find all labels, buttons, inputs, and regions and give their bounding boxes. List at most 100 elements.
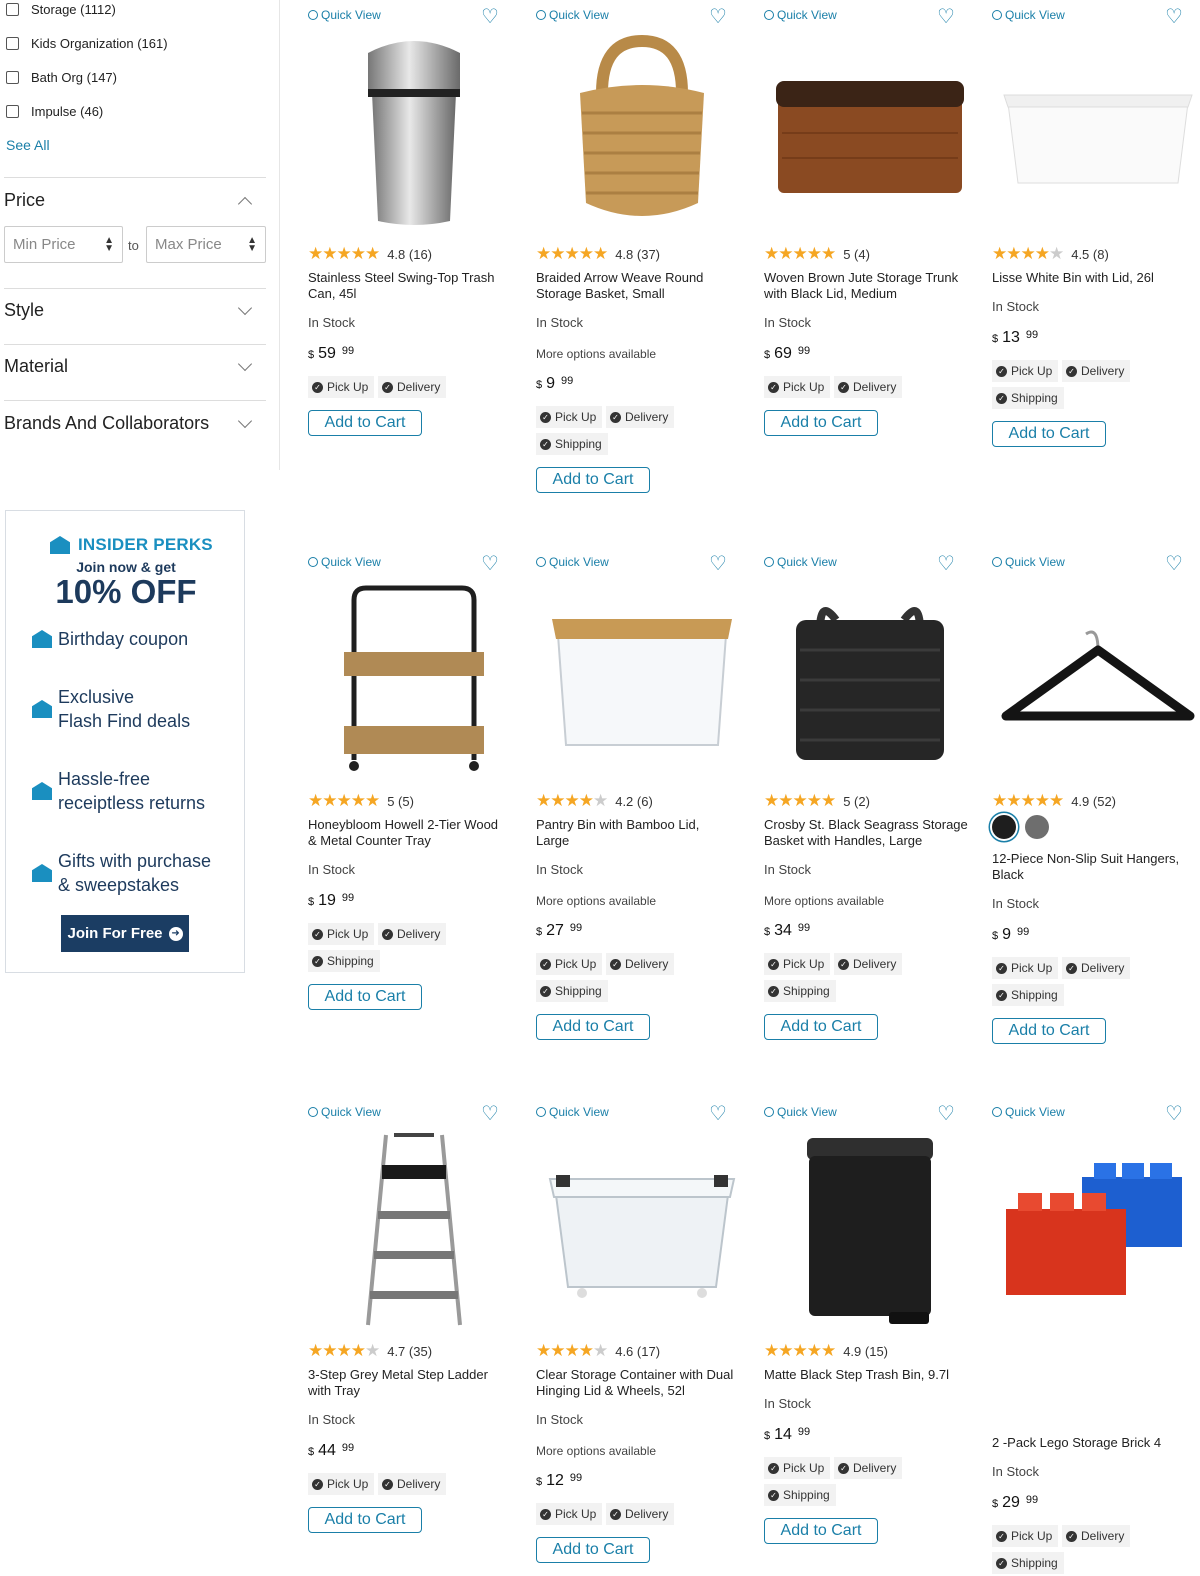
add-to-cart-button[interactable]: Add to Cart: [536, 467, 650, 493]
divider: [4, 400, 266, 401]
quick-view-link[interactable]: Quick View: [308, 555, 381, 569]
quick-view-link[interactable]: Quick View: [992, 8, 1065, 22]
quick-view-link[interactable]: Quick View: [764, 8, 837, 22]
step-bin-image[interactable]: [764, 1127, 976, 1332]
product-name[interactable]: Clear Storage Container with Dual Hinging…: [536, 1367, 746, 1399]
product-name[interactable]: Woven Brown Jute Storage Trunk with Black…: [764, 270, 974, 302]
style-facet-header[interactable]: Style: [4, 300, 266, 321]
search-icon: [992, 557, 1002, 567]
category-filter-kids-organization[interactable]: Kids Organization (161): [6, 36, 168, 51]
heart-icon[interactable]: ♡: [481, 551, 499, 576]
search-icon: [764, 1107, 774, 1117]
product-price: $9 99: [536, 375, 573, 393]
product-name-line: with Black Lid, Medium: [764, 286, 897, 301]
category-filter-bath-org[interactable]: Bath Org (147): [6, 70, 117, 85]
heart-icon[interactable]: ♡: [937, 1101, 955, 1126]
quick-view-link[interactable]: Quick View: [992, 555, 1065, 569]
product-name[interactable]: Pantry Bin with Bamboo Lid, Large: [536, 817, 746, 849]
add-to-cart-button[interactable]: Add to Cart: [536, 1014, 650, 1040]
product-name[interactable]: 12-Piece Non-Slip Suit Hangers, Black: [992, 851, 1200, 883]
add-to-cart-button[interactable]: Add to Cart: [536, 1537, 650, 1563]
quick-view-link[interactable]: Quick View: [308, 8, 381, 22]
checkbox[interactable]: [6, 3, 19, 16]
heart-icon[interactable]: ♡: [937, 551, 955, 576]
quick-view-link[interactable]: Quick View: [992, 1105, 1065, 1119]
check-icon: ✓: [996, 1530, 1007, 1542]
check-icon: ✓: [312, 381, 323, 393]
pantry-bin-image[interactable]: [536, 577, 748, 782]
quick-view-link[interactable]: Quick View: [536, 8, 609, 22]
add-to-cart-button[interactable]: Add to Cart: [992, 421, 1106, 447]
material-facet-header[interactable]: Material: [4, 356, 266, 377]
heart-icon[interactable]: ♡: [1165, 4, 1183, 29]
perk-flash-find: Exclusive Flash Find deals: [32, 685, 190, 733]
max-price-input[interactable]: Max Price ▲ ▼: [146, 226, 266, 263]
lego-brick-image[interactable]: [992, 1127, 1200, 1332]
spinner-icon[interactable]: ▲ ▼: [104, 235, 114, 253]
heart-icon[interactable]: ♡: [1165, 551, 1183, 576]
swatch-black[interactable]: [992, 815, 1016, 839]
product-price: $27 99: [536, 922, 582, 940]
clear-container-image[interactable]: [536, 1127, 748, 1332]
heart-icon[interactable]: ♡: [937, 4, 955, 29]
add-to-cart-button[interactable]: Add to Cart: [308, 410, 422, 436]
heart-icon[interactable]: ♡: [709, 4, 727, 29]
heart-icon[interactable]: ♡: [481, 4, 499, 29]
quick-view-link[interactable]: Quick View: [536, 1105, 609, 1119]
quick-view-link[interactable]: Quick View: [764, 555, 837, 569]
check-icon: ✓: [312, 1478, 323, 1490]
heart-icon[interactable]: ♡: [1165, 1101, 1183, 1126]
product-name[interactable]: Stainless Steel Swing-Top Trash Can, 45l: [308, 270, 518, 302]
rating: ★★★★★ 5 (2): [764, 791, 870, 811]
checkbox[interactable]: [6, 71, 19, 84]
product-name[interactable]: 3-Step Grey Metal Step Ladder with Tray: [308, 1367, 518, 1399]
product-name[interactable]: 2 -Pack Lego Storage Brick 4: [992, 1435, 1200, 1451]
tier-tray-image[interactable]: [308, 577, 520, 782]
woven-basket-image[interactable]: [536, 30, 748, 235]
brands-facet-header[interactable]: Brands And Collaborators: [4, 413, 266, 434]
hanger-image[interactable]: [992, 577, 1200, 782]
step-ladder-image[interactable]: [308, 1127, 520, 1332]
storage-trunk-image[interactable]: [764, 30, 976, 235]
product-name[interactable]: Matte Black Step Trash Bin, 9.7l: [764, 1367, 974, 1383]
quick-view-link[interactable]: Quick View: [764, 1105, 837, 1119]
spinner-icon[interactable]: ▲ ▼: [247, 235, 257, 253]
checkbox[interactable]: [6, 37, 19, 50]
white-bin-image[interactable]: [992, 30, 1200, 235]
product-name[interactable]: Braided Arrow Weave Round Storage Basket,…: [536, 270, 746, 302]
stock-status: In Stock: [992, 299, 1039, 314]
join-for-free-button[interactable]: Join For Free ➜: [61, 915, 189, 952]
price-facet-header[interactable]: Price: [4, 190, 266, 211]
product-name[interactable]: Honeybloom Howell 2-Tier Wood & Metal Cou…: [308, 817, 518, 849]
add-to-cart-button[interactable]: Add to Cart: [992, 1018, 1106, 1044]
black-basket-image[interactable]: [764, 577, 976, 782]
see-all-link[interactable]: See All: [6, 137, 50, 153]
facet-title: Price: [4, 190, 46, 210]
min-price-input[interactable]: Min Price ▲ ▼: [4, 226, 123, 263]
shipping-badge: ✓ Shipping: [764, 1484, 836, 1506]
category-filter-impulse[interactable]: Impulse (46): [6, 104, 103, 119]
product-name[interactable]: Crosby St. Black Seagrass Storage Basket …: [764, 817, 974, 849]
swatch-grey[interactable]: [1025, 815, 1049, 839]
checkbox[interactable]: [6, 105, 19, 118]
quick-view-link[interactable]: Quick View: [536, 555, 609, 569]
add-to-cart-button[interactable]: Add to Cart: [308, 984, 422, 1010]
product-name[interactable]: Lisse White Bin with Lid, 26l: [992, 270, 1200, 286]
heart-icon[interactable]: ♡: [709, 1101, 727, 1126]
product-name-line: Braided Arrow Weave Round: [536, 270, 704, 285]
add-to-cart-button[interactable]: Add to Cart: [764, 1518, 878, 1544]
quick-view-link[interactable]: Quick View: [308, 1105, 381, 1119]
badge-label: Delivery: [853, 1461, 897, 1475]
more-options-text: More options available: [536, 1444, 657, 1458]
category-filter-storage[interactable]: Storage (1112): [6, 2, 116, 17]
heart-icon[interactable]: ♡: [481, 1101, 499, 1126]
star-rating-icon: ★★★★★: [764, 791, 836, 810]
check-icon: ✓: [838, 1462, 849, 1474]
trash-can-image[interactable]: [308, 30, 520, 235]
add-to-cart-button[interactable]: Add to Cart: [764, 410, 878, 436]
more-options-text: More options available: [536, 347, 657, 361]
add-to-cart-button[interactable]: Add to Cart: [764, 1014, 878, 1040]
heart-icon[interactable]: ♡: [709, 551, 727, 576]
perks-discount: 10% OFF: [55, 573, 197, 610]
add-to-cart-button[interactable]: Add to Cart: [308, 1507, 422, 1533]
